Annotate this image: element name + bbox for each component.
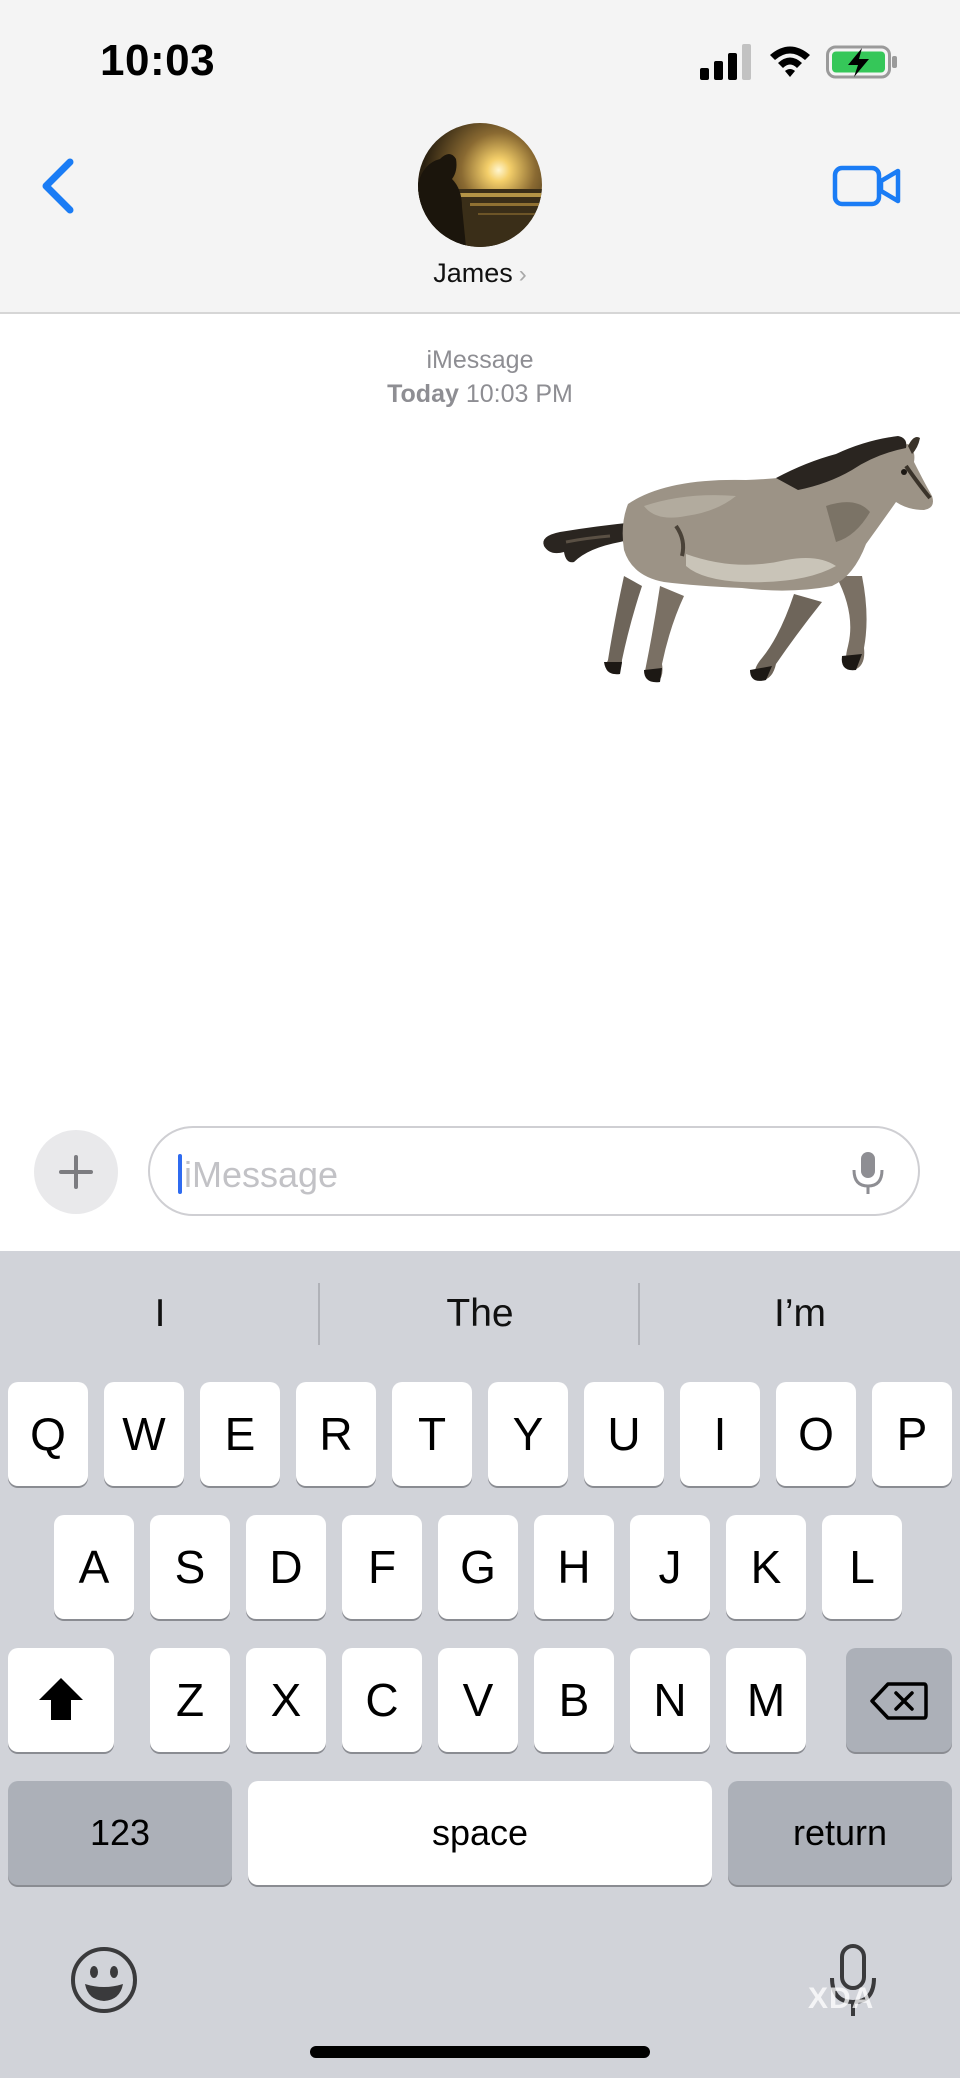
key-w[interactable]: W	[104, 1382, 184, 1486]
key-p[interactable]: P	[872, 1382, 952, 1486]
conversation-header: James ›	[0, 120, 960, 314]
key-z[interactable]: Z	[150, 1648, 230, 1752]
avatar-sunset-image	[418, 123, 542, 247]
shift-icon	[39, 1678, 83, 1720]
key-v[interactable]: V	[438, 1648, 518, 1752]
key-g[interactable]: G	[438, 1515, 518, 1619]
status-time: 10:03	[100, 36, 216, 85]
key-h[interactable]: H	[534, 1515, 614, 1619]
service-label: iMessage	[426, 346, 534, 374]
key-f[interactable]: F	[342, 1515, 422, 1619]
microphone-icon[interactable]	[850, 1150, 886, 1196]
space-key[interactable]: space	[248, 1781, 712, 1885]
date-label: Today	[387, 380, 459, 408]
numbers-key[interactable]: 123	[8, 1781, 232, 1885]
xda-watermark-logo: XDA	[808, 1982, 875, 2015]
key-e[interactable]: E	[200, 1382, 280, 1486]
key-q[interactable]: Q	[8, 1382, 88, 1486]
key-d[interactable]: D	[246, 1515, 326, 1619]
key-a[interactable]: A	[54, 1515, 134, 1619]
key-t[interactable]: T	[392, 1382, 472, 1486]
key-j[interactable]: J	[630, 1515, 710, 1619]
key-m[interactable]: M	[726, 1648, 806, 1752]
shift-key[interactable]	[8, 1648, 114, 1752]
key-k[interactable]: K	[726, 1515, 806, 1619]
key-n[interactable]: N	[630, 1648, 710, 1752]
key-b[interactable]: B	[534, 1648, 614, 1752]
video-camera-icon[interactable]	[832, 162, 902, 210]
return-key[interactable]: return	[728, 1781, 952, 1885]
cellular-signal-icon	[700, 44, 751, 80]
suggestion-2[interactable]: The	[320, 1251, 640, 1377]
horse-sticker[interactable]	[536, 426, 936, 688]
key-c[interactable]: C	[342, 1648, 422, 1752]
key-l[interactable]: L	[822, 1515, 902, 1619]
wifi-icon	[770, 46, 810, 77]
delete-key[interactable]	[846, 1648, 952, 1752]
status-bar: 10:03	[0, 0, 960, 120]
key-i[interactable]: I	[680, 1382, 760, 1486]
key-u[interactable]: U	[584, 1382, 664, 1486]
suggestion-1[interactable]: I	[0, 1251, 320, 1377]
chevron-right-icon: ›	[518, 261, 527, 288]
time-label: 10:03 PM	[465, 380, 573, 408]
home-indicator	[310, 2046, 650, 2058]
key-r[interactable]: R	[296, 1382, 376, 1486]
battery-charging-icon	[826, 45, 897, 79]
contact-name: James	[433, 258, 513, 288]
back-button[interactable]	[36, 156, 80, 216]
text-caret	[178, 1154, 182, 1194]
key-y[interactable]: Y	[488, 1382, 568, 1486]
message-timestamp: Today 10:03 PM	[0, 380, 960, 409]
key-s[interactable]: S	[150, 1515, 230, 1619]
emoji-icon[interactable]	[70, 1946, 138, 2014]
plus-button[interactable]	[34, 1130, 118, 1214]
message-placeholder: iMessage	[184, 1154, 339, 1195]
contact-name-button[interactable]: James ›	[0, 258, 960, 289]
key-o[interactable]: O	[776, 1382, 856, 1486]
delete-backspace-icon	[870, 1682, 928, 1720]
avatar[interactable]	[418, 123, 542, 247]
predictive-bar: I The I’m	[0, 1251, 960, 1377]
key-x[interactable]: X	[246, 1648, 326, 1752]
suggestion-3[interactable]: I’m	[640, 1251, 960, 1377]
message-input[interactable]: iMessage	[148, 1126, 920, 1216]
plus-icon	[59, 1155, 93, 1189]
